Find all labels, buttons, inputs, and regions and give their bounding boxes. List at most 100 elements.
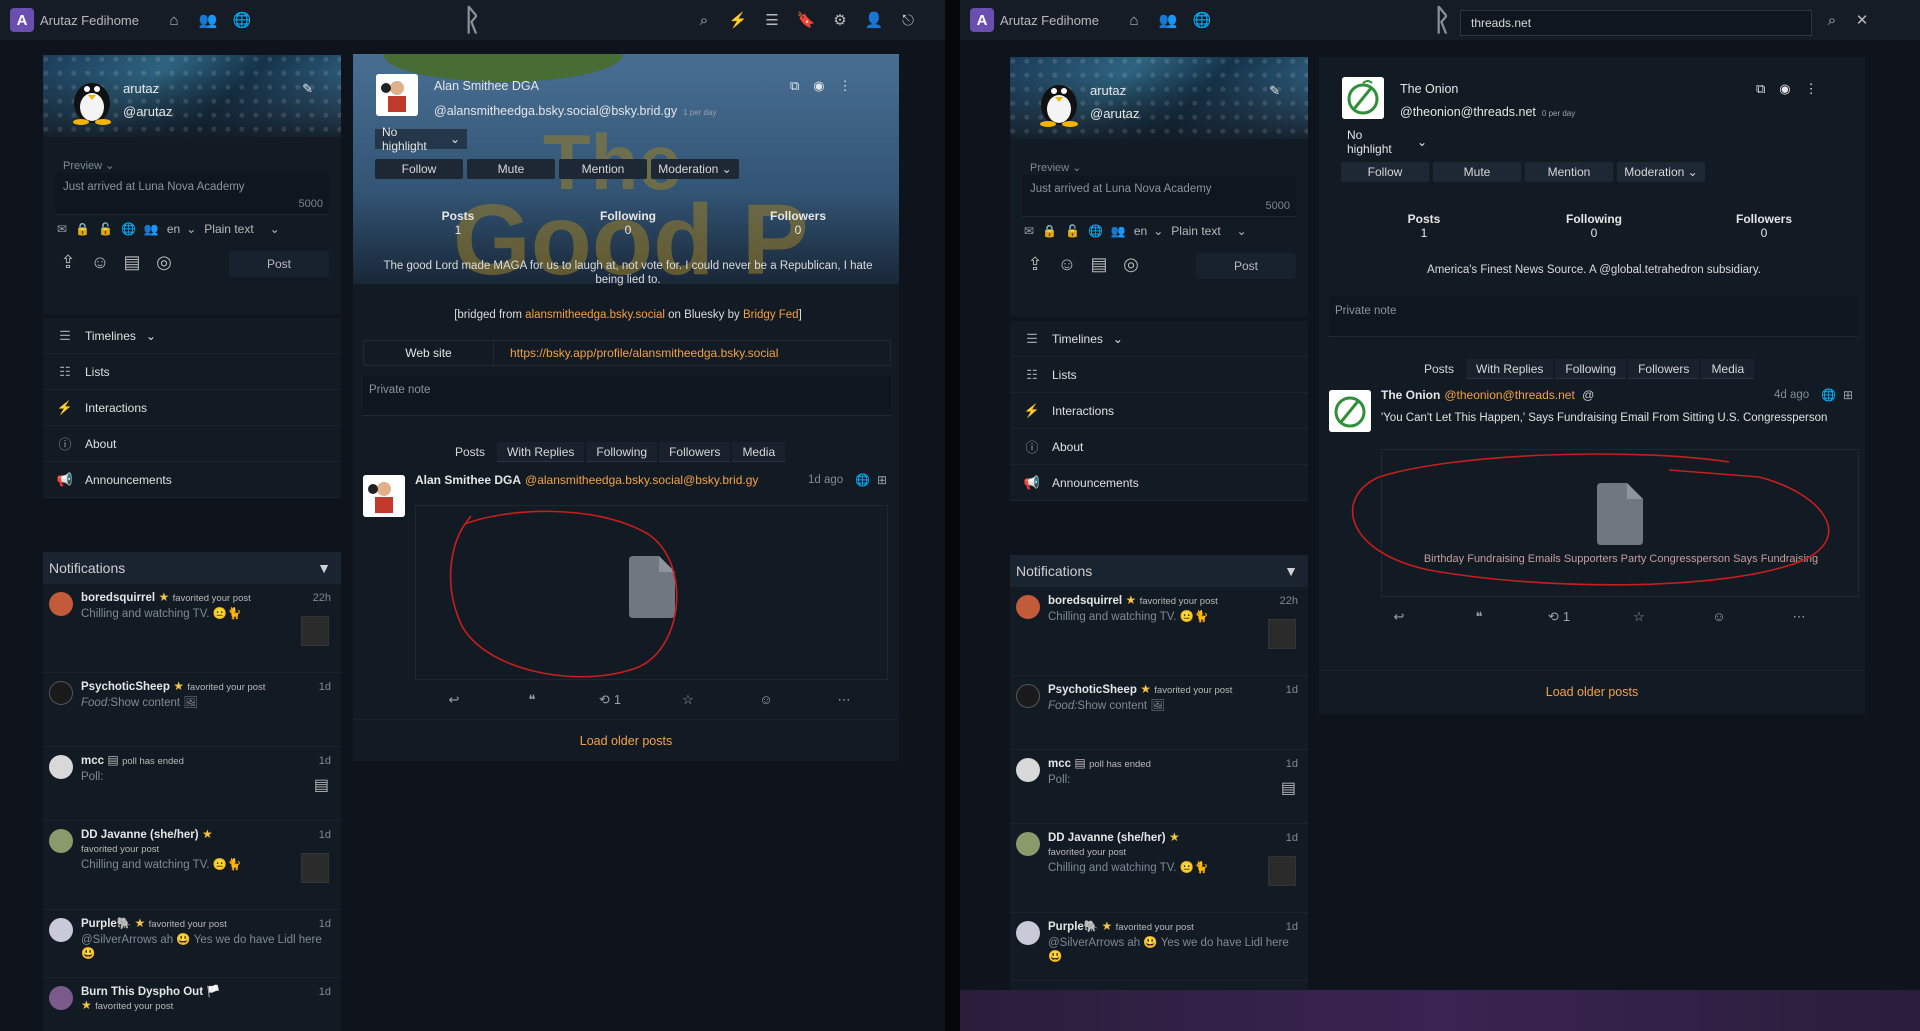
notification-name[interactable]: mcc: [81, 755, 104, 767]
star-icon[interactable]: ☆: [649, 692, 727, 708]
nav-lists[interactable]: ☷ Lists: [1010, 357, 1308, 393]
mute-button[interactable]: Mute: [467, 159, 555, 179]
preview-toggle[interactable]: Preview ⌄: [1030, 161, 1081, 174]
followers-stat[interactable]: Followers 0: [713, 209, 883, 237]
avatar[interactable]: [49, 918, 73, 942]
highlight-select[interactable]: No highlight ⌄: [1341, 128, 1433, 156]
avatar[interactable]: [1016, 832, 1040, 856]
notification-name[interactable]: DD Javanne (she/her): [1048, 832, 1166, 844]
unlock-icon[interactable]: 🔓: [1065, 224, 1080, 238]
rss-icon[interactable]: ◉: [813, 78, 824, 94]
bridgy-fed-link[interactable]: Bridgy Fed: [743, 309, 799, 321]
fox-logo-icon[interactable]: ᚱ: [452, 4, 492, 38]
app-logo[interactable]: A: [970, 8, 994, 32]
emoji-icon[interactable]: ☺: [89, 251, 111, 273]
notification-name[interactable]: PsychoticSheep: [81, 681, 170, 693]
profile-avatar[interactable]: [1342, 77, 1384, 119]
avatar[interactable]: [49, 829, 73, 853]
followers-stat[interactable]: Followers 0: [1679, 212, 1849, 240]
user-handle[interactable]: @arutaz: [1090, 106, 1139, 121]
notification-name[interactable]: Burn This Dyspho Out 🏳️: [81, 986, 221, 998]
quote-icon[interactable]: ❝: [1439, 609, 1519, 625]
external-link-icon[interactable]: ⧉: [1756, 81, 1765, 97]
status-input[interactable]: Just arrived at Luna Nova Academy 5000: [55, 173, 329, 215]
nav-interactions[interactable]: ⚡ Interactions: [43, 390, 341, 426]
more-vertical-icon[interactable]: ⋮: [839, 78, 852, 94]
profile-name[interactable]: Alan Smithee DGA: [434, 79, 539, 93]
nav-timelines[interactable]: ☰ Timelines ⌄: [43, 318, 341, 354]
content-type-select[interactable]: Plain text ⌄: [1171, 224, 1246, 238]
post-time[interactable]: 1d ago: [808, 474, 843, 486]
logout-icon[interactable]: ⎋: [891, 3, 925, 37]
notification-item[interactable]: DD Javanne (she/her) ★ favorited your pos…: [43, 821, 341, 910]
post-button[interactable]: Post: [229, 251, 329, 277]
poll-icon[interactable]: ▤: [121, 251, 143, 273]
gear-icon[interactable]: ⚙: [823, 3, 857, 37]
reply-icon[interactable]: ↩: [415, 692, 493, 708]
notification-name[interactable]: boredsquirrel: [81, 592, 155, 604]
private-note-input[interactable]: Private note: [1329, 297, 1857, 337]
post-author[interactable]: Alan Smithee DGA @alansmitheedga.bsky.soc…: [415, 473, 758, 487]
more-vertical-icon[interactable]: ⋮: [1805, 81, 1818, 97]
post-thumbnail[interactable]: [301, 616, 329, 646]
emoji-icon[interactable]: ☺: [1056, 253, 1078, 275]
emoji-react-icon[interactable]: ☺: [1679, 609, 1759, 625]
app-title[interactable]: Arutaz Fedihome: [40, 13, 139, 28]
notification-item[interactable]: boredsquirrel ★ favorited your post 22h …: [1010, 587, 1308, 676]
penguin-avatar[interactable]: [69, 73, 115, 125]
notification-item[interactable]: Purple🐘 ★ favorited your post 1d @Silver…: [1010, 913, 1308, 981]
edit-icon[interactable]: ✎: [1269, 83, 1280, 99]
post-author-handle[interactable]: @theonion@threads.net: [1444, 388, 1574, 402]
notification-name[interactable]: Purple🐘: [1048, 921, 1098, 933]
home-icon[interactable]: ⌂: [1117, 3, 1151, 37]
follow-button[interactable]: Follow: [1341, 162, 1429, 182]
notification-name[interactable]: Purple🐘: [81, 918, 131, 930]
tab-following[interactable]: Following: [1555, 359, 1627, 379]
notification-name[interactable]: mcc: [1048, 758, 1071, 770]
preview-toggle[interactable]: Preview ⌄: [63, 159, 114, 172]
following-stat[interactable]: Following 0: [1509, 212, 1679, 240]
globe-icon[interactable]: 🌐: [225, 3, 259, 37]
post-author-handle[interactable]: @alansmitheedga.bsky.social@bsky.brid.gy: [525, 473, 758, 487]
post-thumbnail[interactable]: [1268, 856, 1296, 886]
avatar[interactable]: [49, 681, 73, 705]
load-older-posts[interactable]: Load older posts: [353, 734, 899, 748]
post-attachment[interactable]: [415, 505, 888, 680]
moderation-button[interactable]: Moderation ⌄: [651, 159, 739, 179]
globe-icon[interactable]: 🌐: [1185, 3, 1219, 37]
people-icon[interactable]: 👥: [1111, 224, 1126, 238]
profile-handle[interactable]: @alansmitheedga.bsky.social@bsky.brid.gy…: [434, 104, 716, 118]
user-name[interactable]: arutaz: [1090, 83, 1126, 98]
avatar[interactable]: [1016, 758, 1040, 782]
posts-stat[interactable]: Posts 1: [1339, 212, 1509, 240]
notification-item[interactable]: PsychoticSheep ★ favorited your post 1d …: [43, 673, 341, 747]
profile-avatar[interactable]: [376, 74, 418, 116]
post-attachment[interactable]: Birthday Fundraising Emails Supporters P…: [1381, 449, 1859, 597]
envelope-icon[interactable]: ✉: [1024, 224, 1034, 238]
bridged-link[interactable]: alansmitheedga.bsky.social: [525, 309, 665, 321]
language-select[interactable]: en ⌄: [1134, 224, 1163, 238]
tab-followers[interactable]: Followers: [659, 442, 731, 462]
notification-name[interactable]: PsychoticSheep: [1048, 684, 1137, 696]
mention-button[interactable]: Mention: [1525, 162, 1613, 182]
tab-posts[interactable]: Posts: [1414, 359, 1465, 379]
envelope-icon[interactable]: ✉: [57, 222, 67, 236]
notification-item[interactable]: Burn This Dyspho Out 🏳️ ★ favorited your …: [43, 978, 341, 1031]
search-icon[interactable]: ⌕: [687, 3, 721, 37]
home-icon[interactable]: ⌂: [157, 3, 191, 37]
avatar[interactable]: [1016, 684, 1040, 708]
upload-icon[interactable]: ⇪: [57, 251, 79, 273]
tab-media[interactable]: Media: [1701, 359, 1755, 379]
emoji-react-icon[interactable]: ☺: [727, 692, 805, 708]
eye-slash-icon[interactable]: ◎: [1120, 253, 1142, 275]
close-icon[interactable]: ✕: [1845, 3, 1879, 37]
show-content-link[interactable]: Show content 🖼: [110, 697, 197, 709]
post-button[interactable]: Post: [1196, 253, 1296, 279]
lock-icon[interactable]: 🔒: [1042, 224, 1057, 238]
poll-icon[interactable]: ▤: [314, 775, 329, 795]
profile-name[interactable]: The Onion: [1400, 82, 1458, 96]
eye-slash-icon[interactable]: ◎: [153, 251, 175, 273]
private-note-input[interactable]: Private note: [363, 376, 891, 416]
search-input[interactable]: threads.net: [1460, 10, 1812, 36]
website-link[interactable]: https://bsky.app/profile/alansmitheedga.…: [494, 341, 890, 365]
